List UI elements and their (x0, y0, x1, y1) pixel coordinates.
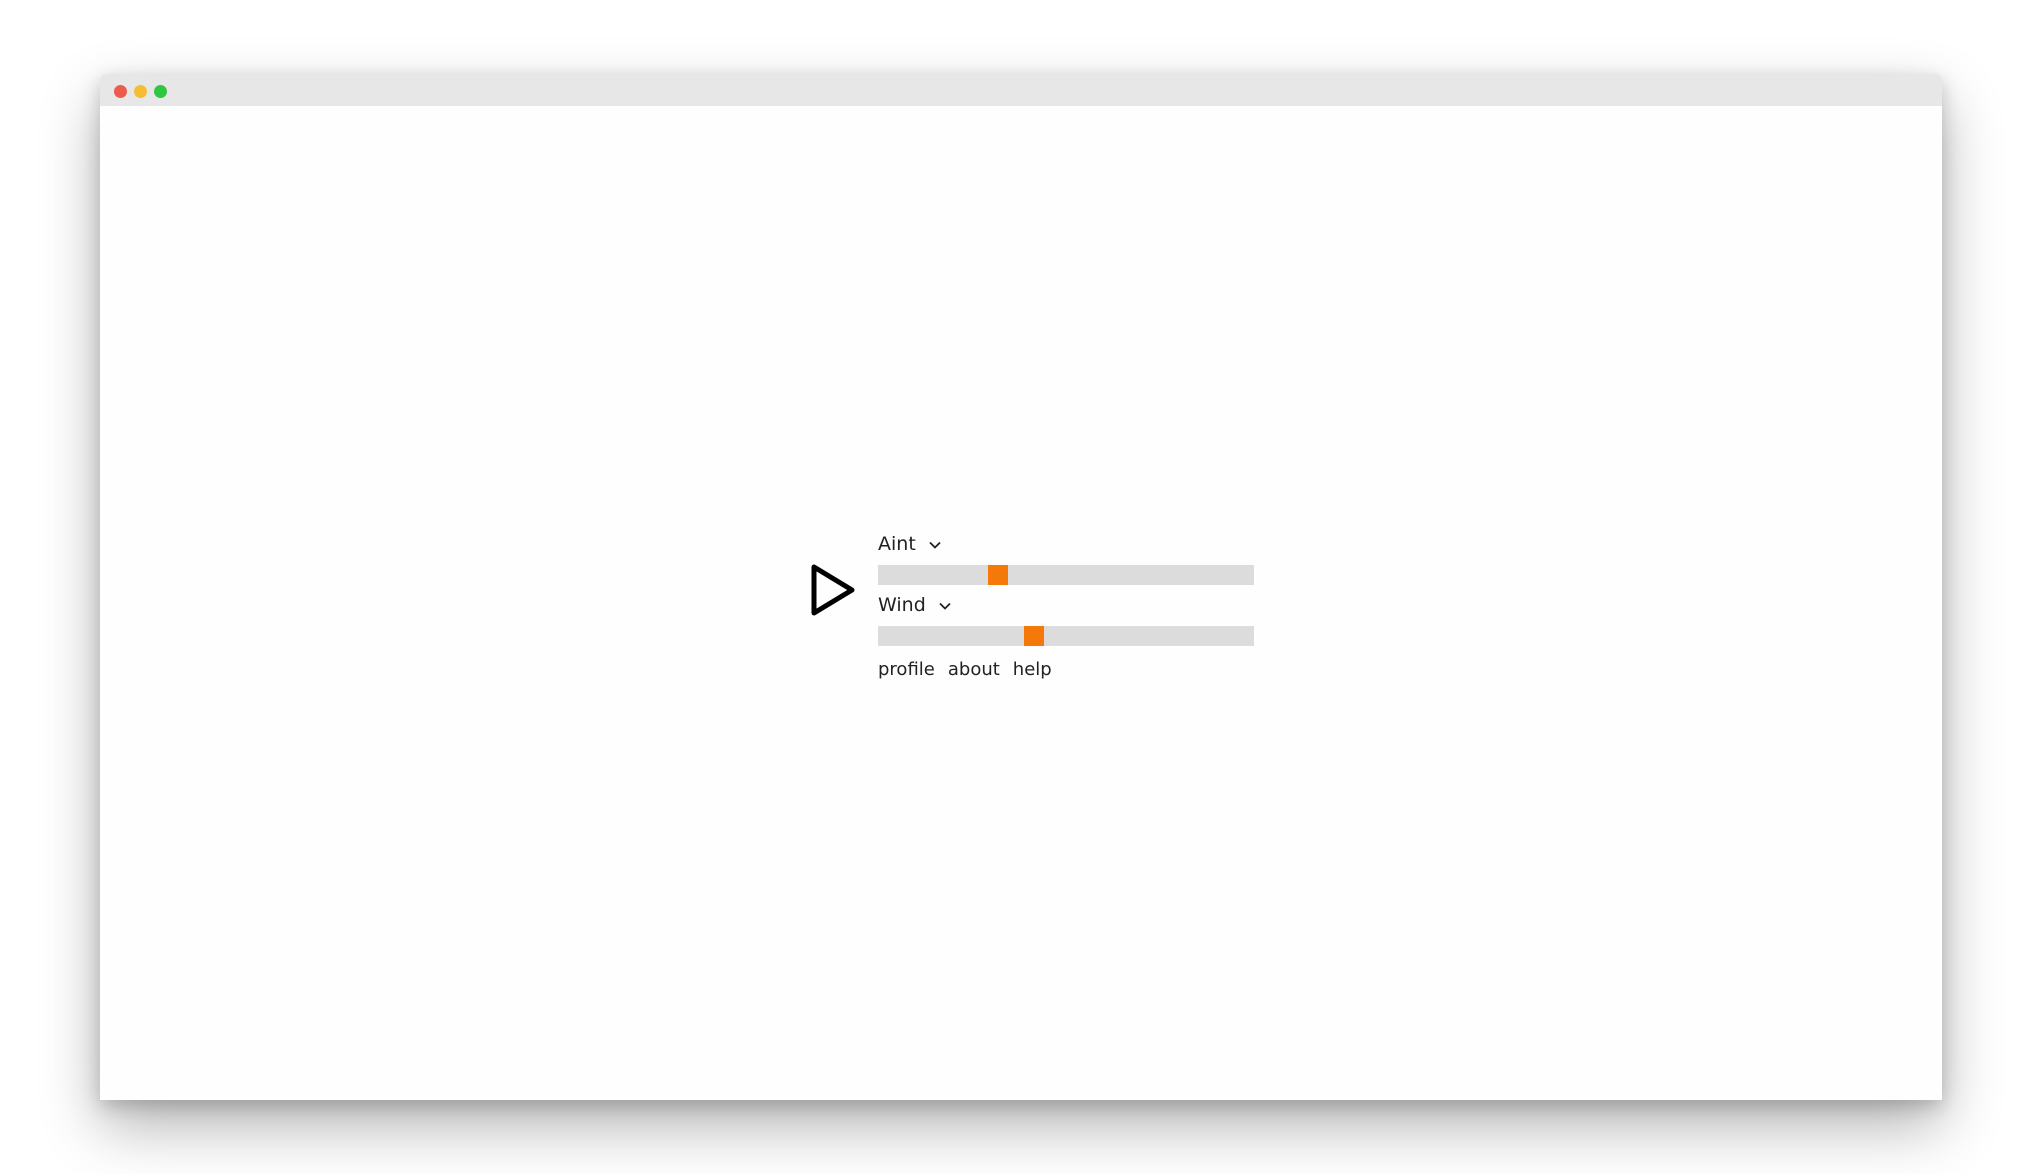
play-button[interactable] (810, 562, 856, 618)
wind-slider-thumb[interactable] (1024, 626, 1045, 646)
chevron-down-icon (929, 541, 941, 549)
maximize-window-button[interactable] (154, 85, 167, 98)
chevron-down-icon (939, 602, 951, 610)
aint-slider[interactable] (878, 565, 1254, 585)
aint-label: Aint (878, 533, 916, 555)
about-link[interactable]: about (948, 658, 1000, 682)
wind-dropdown[interactable]: Wind (878, 592, 1254, 618)
wind-control: Wind (878, 592, 1254, 646)
help-link[interactable]: help (1013, 658, 1052, 682)
wind-label: Wind (878, 594, 926, 616)
bottom-nav: profile about help (878, 658, 1052, 682)
aint-control: Aint (878, 531, 1254, 585)
page-content: Aint Wind profile about help (100, 106, 1942, 1100)
aint-slider-thumb[interactable] (988, 565, 1009, 585)
play-icon (811, 564, 855, 616)
aint-dropdown[interactable]: Aint (878, 531, 1254, 557)
browser-window: Aint Wind profile about help (100, 74, 1942, 1100)
close-window-button[interactable] (114, 85, 127, 98)
profile-link[interactable]: profile (878, 658, 935, 682)
wind-slider[interactable] (878, 626, 1254, 646)
window-titlebar (100, 74, 1942, 106)
minimize-window-button[interactable] (134, 85, 147, 98)
